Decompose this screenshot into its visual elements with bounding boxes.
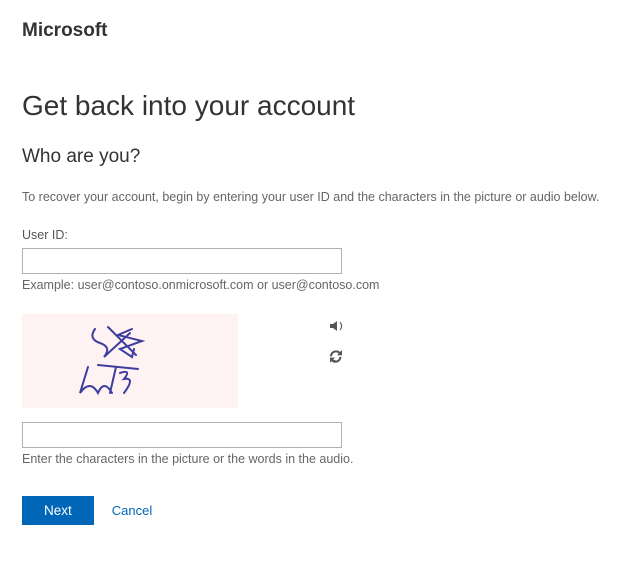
userid-label: User ID: (22, 228, 613, 242)
microsoft-logo: Microsoft (22, 20, 613, 42)
audio-icon[interactable] (328, 318, 344, 334)
cancel-link[interactable]: Cancel (112, 503, 152, 518)
page-subheading: Who are you? (22, 146, 613, 168)
page-heading: Get back into your account (22, 90, 613, 122)
userid-input[interactable] (22, 248, 342, 274)
refresh-icon[interactable] (328, 348, 344, 364)
instruction-text: To recover your account, begin by enteri… (22, 190, 613, 204)
captcha-image (22, 314, 238, 408)
captcha-help: Enter the characters in the picture or t… (22, 452, 613, 466)
userid-example: Example: user@contoso.onmicrosoft.com or… (22, 278, 613, 292)
next-button[interactable]: Next (22, 496, 94, 525)
captcha-input[interactable] (22, 422, 342, 448)
captcha-svg (60, 321, 200, 401)
